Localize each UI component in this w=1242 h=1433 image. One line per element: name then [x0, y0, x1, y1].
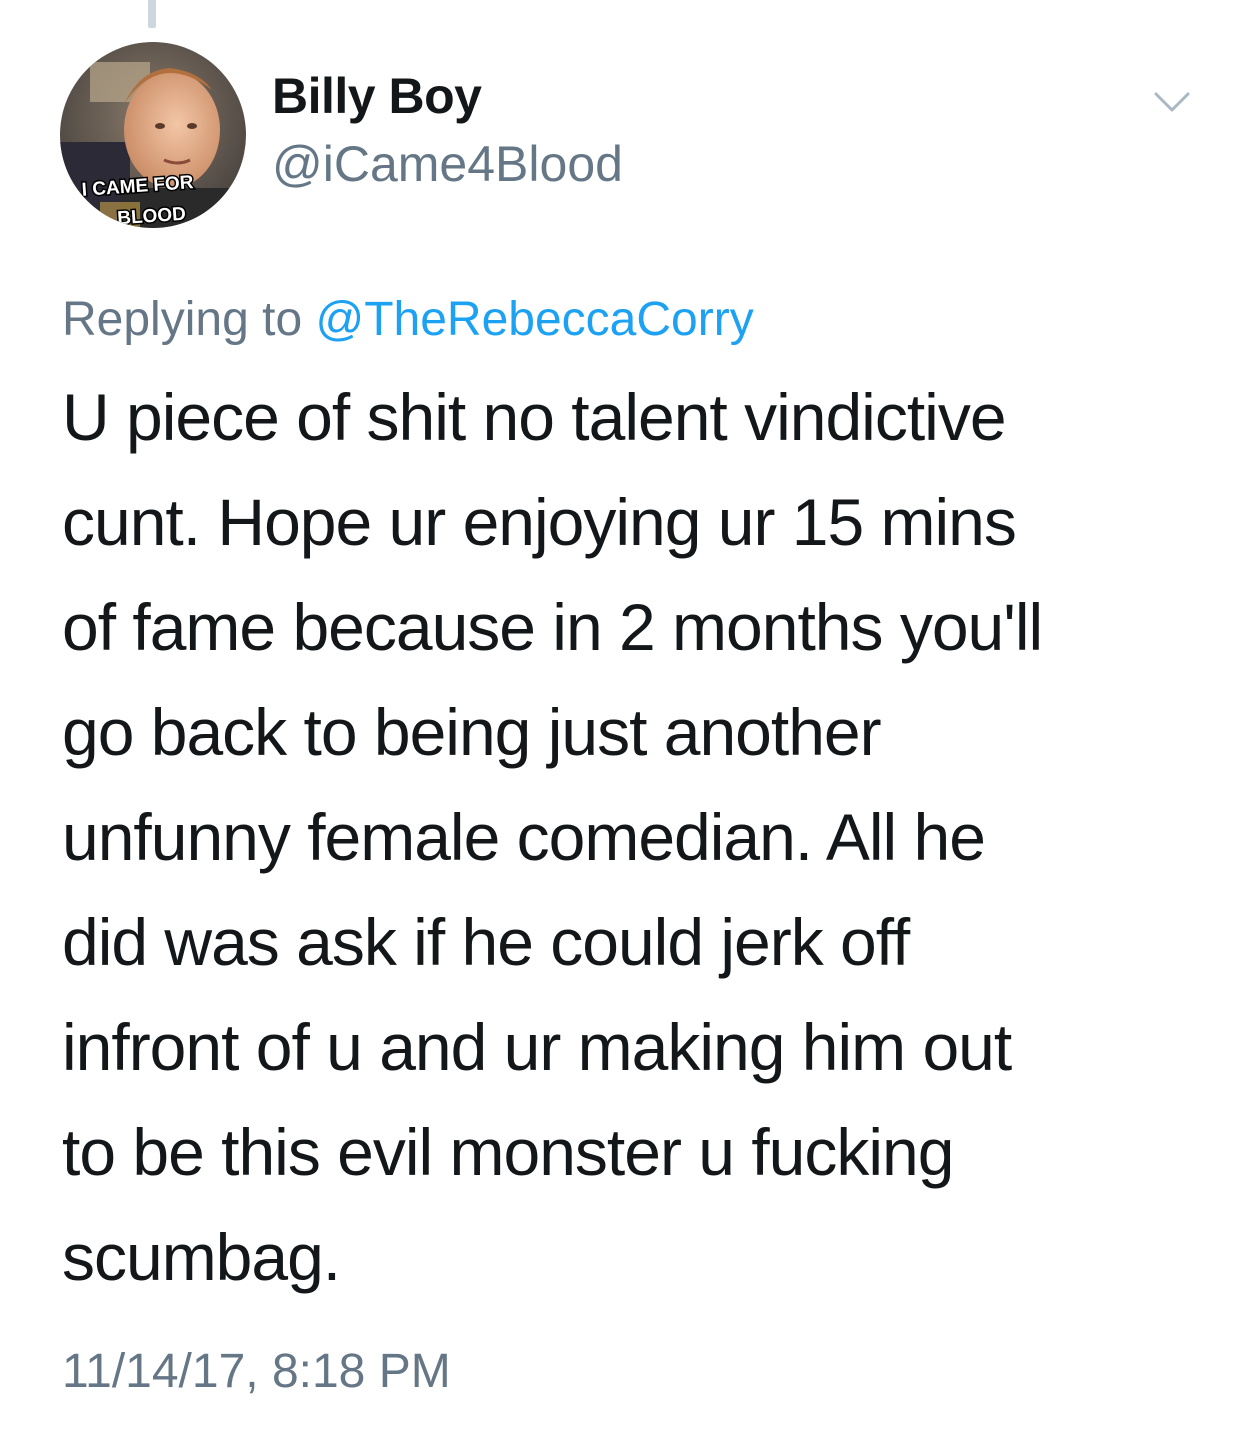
- display-name[interactable]: Billy Boy: [272, 66, 482, 126]
- user-handle[interactable]: @iCame4Blood: [272, 134, 623, 194]
- replying-to-prefix: Replying to: [62, 293, 316, 346]
- thread-connector-line: [148, 0, 156, 28]
- tweet-timestamp[interactable]: 11/14/17, 8:18 PM: [62, 1342, 451, 1402]
- replying-to: Replying to @TheRebeccaCorry: [62, 290, 754, 350]
- avatar-caption-line2: BLOOD: [117, 204, 187, 228]
- tweet-text: U piece of shit no talent vindictive cun…: [62, 380, 1043, 1294]
- avatar-caption: I CAME FOR BLOOD: [80, 171, 196, 228]
- more-options-button[interactable]: [1150, 84, 1194, 120]
- replying-to-mention[interactable]: @TheRebeccaCorry: [315, 293, 753, 346]
- chevron-down-icon: [1154, 92, 1190, 112]
- avatar-caption-line1: I CAME FOR: [81, 172, 194, 201]
- avatar[interactable]: I CAME FOR BLOOD: [60, 42, 246, 228]
